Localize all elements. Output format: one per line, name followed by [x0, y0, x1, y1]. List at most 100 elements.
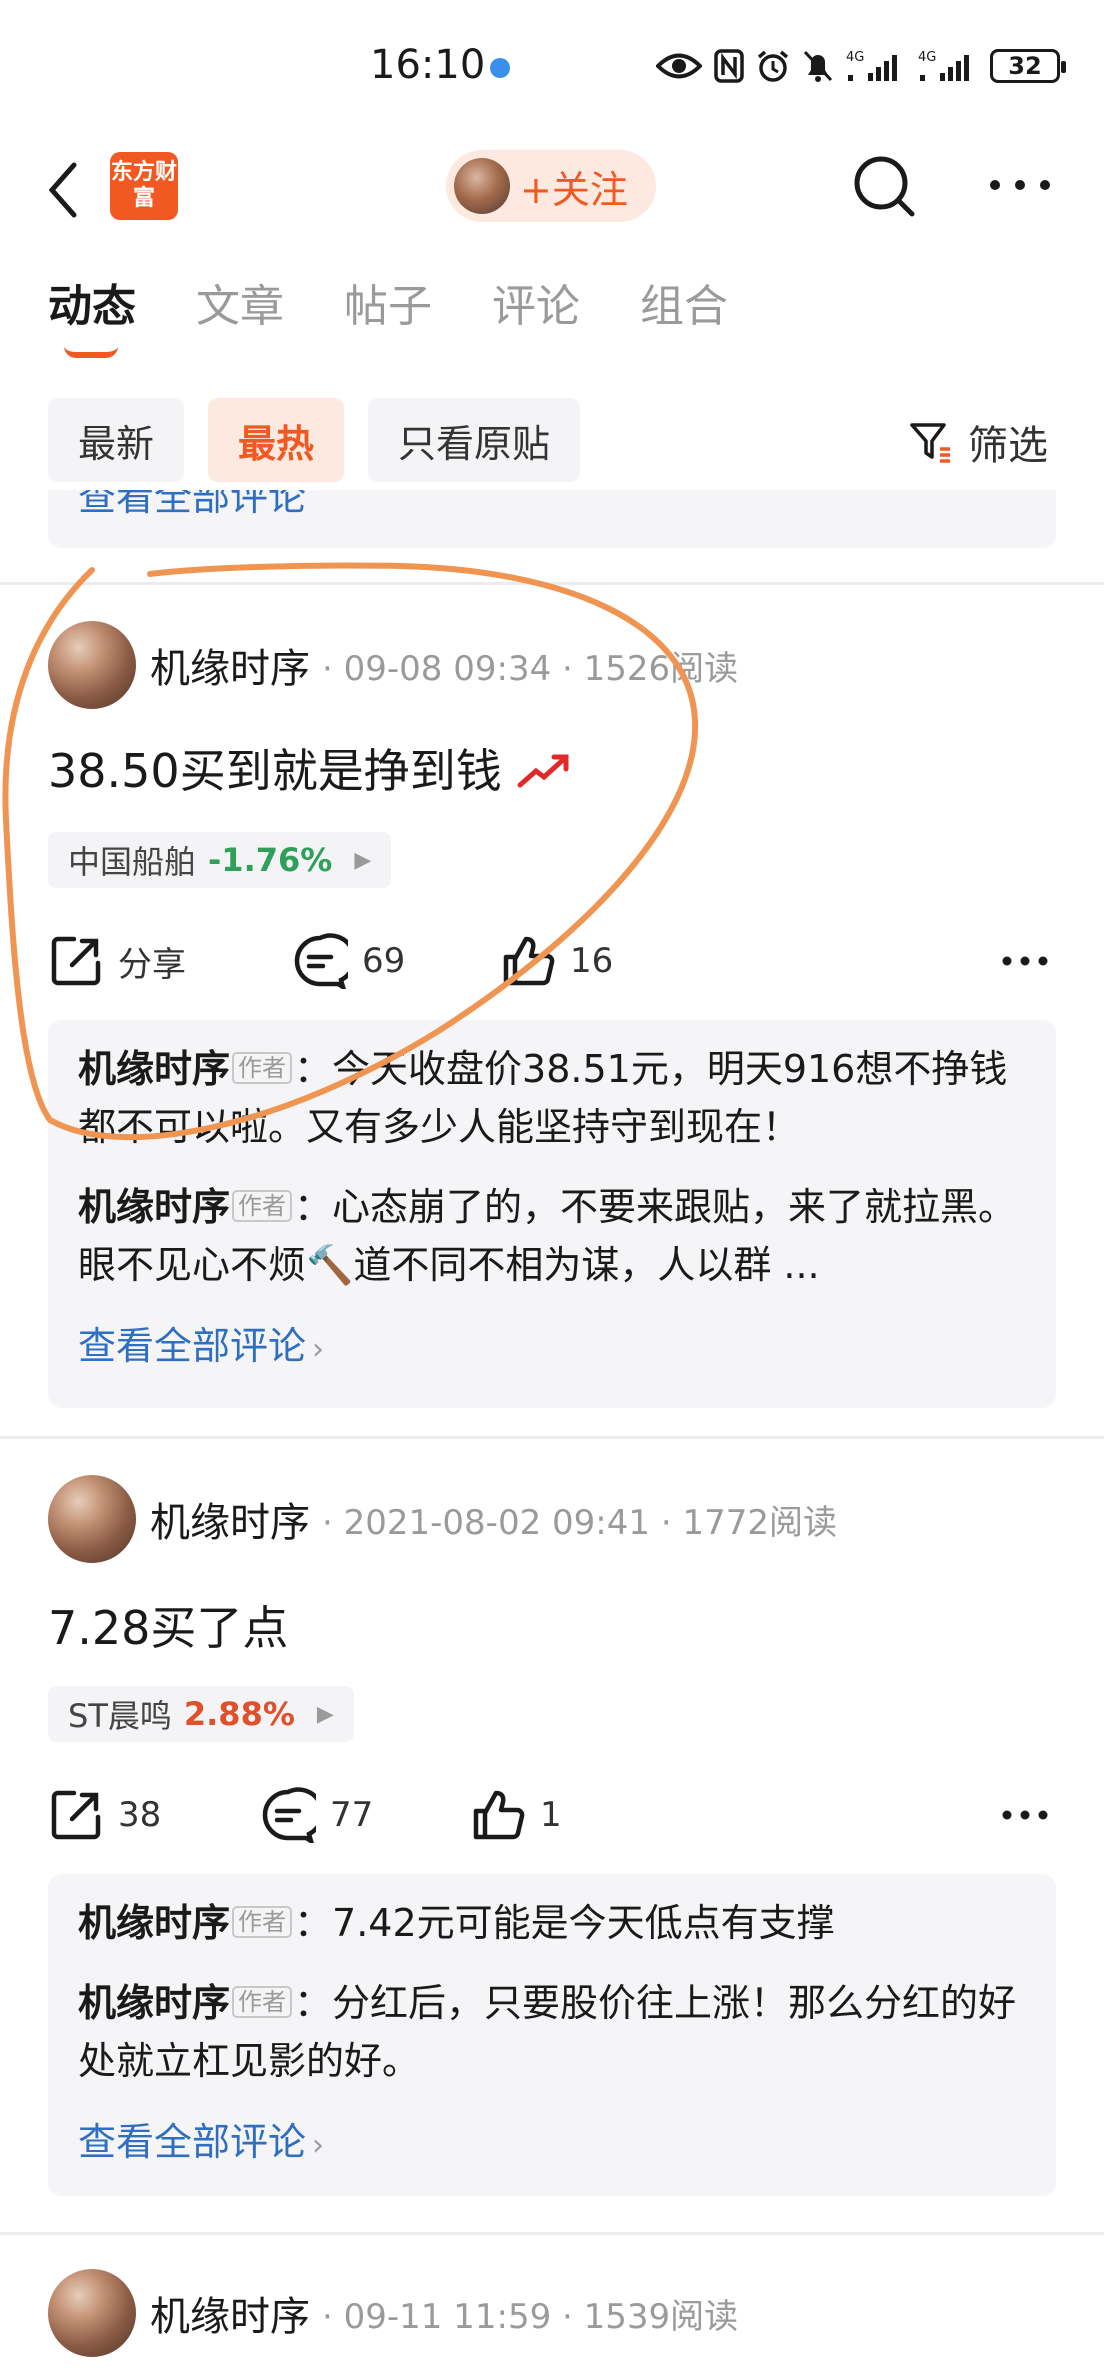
comments-preview: 机缘时序 作者 ：7.42元可能是今天低点有支撑 机缘时序 作者 ：分红后，只要股价往上… — [48, 1874, 1056, 2196]
comment-item[interactable]: 机缘时序 作者 ：分红后，只要股价往上涨！那么分红的好处就立杠见影的好。 — [78, 1974, 1026, 2090]
more-button[interactable] — [985, 160, 1055, 210]
post-card: 机缘时序 · 09-08 09:34 · 1526阅读 38.50买到就是挣到钱… — [0, 620, 1104, 1440]
thumbs-up-icon — [473, 1790, 525, 1840]
comment-item[interactable]: 机缘时序 作者 ：7.42元可能是今天低点有支撑 — [78, 1894, 1026, 1952]
avatar — [454, 158, 510, 214]
author-badge: 作者 — [232, 1986, 293, 2018]
divider — [0, 1436, 1104, 1439]
avatar[interactable] — [48, 2269, 136, 2357]
play-arrow-icon: ▶ — [316, 1701, 334, 1727]
app-logo: 东方财富 — [110, 152, 178, 220]
tab-posts[interactable]: 帖子 — [344, 270, 432, 360]
mute-bell-icon — [803, 50, 833, 82]
more-dots-icon — [1002, 956, 1048, 966]
author-badge: 作者 — [232, 1190, 293, 1222]
post-actions: 分享 69 16 — [48, 926, 1058, 996]
chip-original-only[interactable]: 只看原贴 — [368, 398, 581, 482]
read-count: 1772阅读 — [682, 1502, 837, 1543]
stock-tag[interactable]: 中国船舶 -1.76% ▶ — [48, 832, 392, 888]
alarm-icon — [757, 50, 789, 82]
view-all-comments-link[interactable]: 查看全部评论 › — [78, 1316, 1026, 1380]
filter-label: 筛选 — [968, 423, 1048, 469]
post-actions: 38 77 1 — [48, 1780, 1058, 1850]
like-count: 16 — [570, 941, 614, 981]
svg-text:4G: 4G — [918, 50, 936, 65]
status-bar: 16:10 4G 4G 32 — [0, 0, 1104, 130]
post-meta: · 09-08 09:34 · 1526阅读 — [322, 648, 739, 689]
comments-preview: 机缘时序 作者 ：今天收盘价38.51元，明天916想不挣钱都不可以啦。又有多少人能… — [48, 1020, 1056, 1408]
sort-chips: 最新 最热 只看原贴 — [48, 398, 581, 482]
comment-author: 机缘时序 — [78, 1047, 231, 1091]
author-name[interactable]: 机缘时序 — [150, 2284, 310, 2342]
back-button[interactable] — [40, 155, 90, 225]
author-name[interactable]: 机缘时序 — [150, 1490, 310, 1548]
chevron-right-icon: › — [312, 1332, 325, 1367]
comment-item[interactable]: 机缘时序 作者 ：心态崩了的，不要来跟贴，来了就拉黑。眼不见心不烦🔨道不同不相为谋，… — [78, 1178, 1026, 1294]
comment-icon — [294, 933, 348, 989]
nfc-icon — [714, 49, 744, 83]
comment-button[interactable]: 69 — [292, 926, 405, 996]
share-button[interactable]: 分享 — [48, 926, 186, 996]
share-icon — [51, 1790, 101, 1840]
comment-item[interactable]: 机缘时序 作者 ：今天收盘价38.51元，明天916想不挣钱都不可以啦。又有多少人能… — [78, 1040, 1026, 1156]
post-header: 机缘时序 · 09-08 09:34 · 1526阅读 — [48, 620, 738, 710]
filter-funnel-icon — [910, 423, 950, 463]
chip-hot[interactable]: 最热 — [208, 398, 345, 482]
comment-author: 机缘时序 — [78, 1901, 231, 1945]
post-meta: · 09-11 11:59 · 1539阅读 — [322, 2296, 739, 2337]
read-count: 1526阅读 — [583, 648, 739, 689]
follow-label: +关注 — [520, 167, 628, 212]
like-button[interactable]: 16 — [500, 926, 613, 996]
play-arrow-icon: ▶ — [354, 847, 372, 873]
filter-button[interactable]: 筛选 — [908, 412, 1048, 472]
post-more-button[interactable] — [1000, 926, 1050, 996]
divider — [0, 582, 1104, 585]
comment-author: 机缘时序 — [78, 1185, 231, 1229]
read-count: 1539阅读 — [583, 2296, 739, 2337]
location-dot-icon — [490, 58, 510, 78]
post-header: 机缘时序 · 2021-08-02 09:41 · 1772阅读 — [48, 1474, 837, 1564]
top-nav: 东方财富 +关注 — [0, 130, 1104, 250]
share-icon — [51, 936, 101, 986]
stock-tag[interactable]: ST晨鸣 2.88% ▶ — [48, 1686, 354, 1742]
like-count: 1 — [540, 1795, 562, 1835]
avatar[interactable] — [48, 621, 136, 709]
tab-articles[interactable]: 文章 — [196, 270, 284, 360]
chevron-left-icon — [48, 162, 77, 218]
view-all-comments-link[interactable]: 查看全部评论 — [78, 490, 306, 521]
search-icon — [854, 156, 915, 217]
comment-button[interactable]: 77 — [260, 1780, 373, 1850]
chip-latest[interactable]: 最新 — [48, 398, 185, 482]
post-card: 机缘时序 · 2021-08-02 09:41 · 1772阅读 7.28买了点… — [0, 1474, 1104, 2214]
stock-change: -1.76% — [208, 841, 333, 879]
signal-4g-icon: 4G — [846, 50, 897, 81]
follow-button[interactable]: +关注 — [446, 150, 656, 222]
post-time: 09-11 11:59 — [343, 2296, 552, 2337]
like-button[interactable]: 1 — [470, 1780, 562, 1850]
more-dots-icon — [1002, 1810, 1048, 1820]
comment-text: 7.42元可能是今天低点有支撑 — [332, 1901, 835, 1945]
post-header: 机缘时序 · 09-11 11:59 · 1539阅读 — [48, 2268, 738, 2358]
divider — [0, 2232, 1104, 2235]
post-content[interactable]: 38.50买到就是挣到钱 — [48, 735, 572, 801]
post-text: 7.28买了点 — [48, 1601, 289, 1655]
svg-text:4G: 4G — [846, 50, 864, 65]
profile-tabs: 动态 文章 帖子 评论 组合 — [48, 270, 728, 360]
post-time: 2021-08-02 09:41 — [343, 1502, 651, 1543]
post-content[interactable]: 7.28买了点 — [48, 1592, 288, 1658]
stock-change: 2.88% — [183, 1695, 295, 1733]
author-badge: 作者 — [232, 1052, 293, 1084]
tab-portfolio[interactable]: 组合 — [640, 270, 728, 360]
tab-dynamic[interactable]: 动态 — [48, 270, 136, 360]
search-button[interactable] — [850, 152, 920, 222]
share-button[interactable]: 38 — [48, 1780, 161, 1850]
author-name[interactable]: 机缘时序 — [150, 636, 310, 694]
comment-author: 机缘时序 — [78, 1981, 231, 2025]
avatar[interactable] — [48, 1475, 136, 1563]
status-icons: 4G 4G 32 — [656, 46, 1066, 86]
author-badge: 作者 — [232, 1906, 293, 1938]
post-more-button[interactable] — [1000, 1780, 1050, 1850]
tab-comments[interactable]: 评论 — [492, 270, 580, 360]
chart-up-icon — [517, 754, 569, 788]
view-all-comments-link[interactable]: 查看全部评论 › — [78, 2112, 1026, 2176]
